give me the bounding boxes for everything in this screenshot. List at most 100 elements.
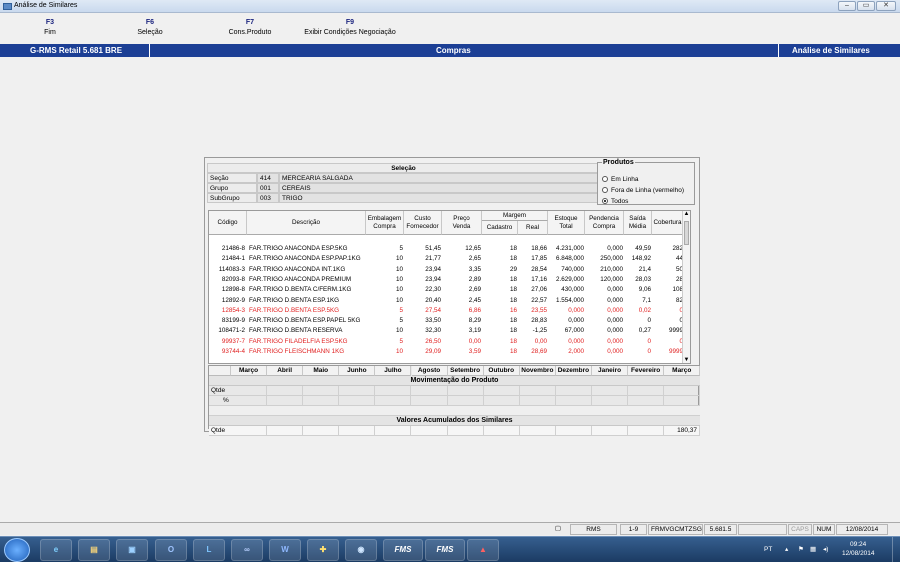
close-button[interactable]: ✕ — [876, 1, 896, 11]
cell-descricao: FAR.TRIGO D.BENTA ESP.PAPEL 5KG — [249, 317, 361, 325]
clock-date[interactable]: 12/08/2014 — [842, 550, 875, 557]
show-desktop-button[interactable] — [892, 537, 900, 562]
tray-expand-icon[interactable]: ▴ — [785, 545, 788, 553]
cell-embalagem: 5 — [399, 317, 403, 325]
cell-embalagem: 10 — [395, 286, 403, 294]
language-indicator[interactable]: PT — [764, 546, 772, 553]
cell-descricao: FAR.TRIGO D.BENTA C/FERM.1KG — [249, 286, 352, 294]
col-saida[interactable]: Saída Média — [624, 211, 652, 235]
scroll-thumb[interactable] — [684, 221, 689, 245]
produtos-grid[interactable]: Código Descrição Embalagem Compra Custo Fo… — [208, 210, 691, 364]
clock-time[interactable]: 09:24 — [850, 541, 866, 548]
cell-real: 28,83 — [531, 317, 547, 325]
col-cobertura[interactable]: Cobertura — [652, 211, 684, 235]
cell-saida: 0 — [647, 337, 651, 345]
word-icon[interactable]: W — [269, 539, 301, 561]
radio-em-linha[interactable]: Em Linha — [602, 176, 638, 184]
col-estoque[interactable]: Estoque Total — [548, 211, 585, 235]
start-button[interactable] — [4, 538, 30, 562]
col-custo[interactable]: Custo Fornecedor — [404, 211, 442, 235]
fms-window-2[interactable]: FMS — [425, 539, 465, 561]
cell-pendencia: 250,000 — [600, 255, 623, 263]
fkey-f7-cons-produto[interactable]: F7 Cons.Produto — [210, 18, 290, 38]
produtos-radio-group: Produtos Em Linha Fora de Linha (vermelh… — [597, 159, 695, 205]
fkey-f3-fim[interactable]: F3 Fim — [10, 18, 90, 38]
produtos-title: Produtos — [603, 159, 634, 166]
table-row[interactable]: 114083-3 FAR.TRIGO ANACONDA INT.1KG 10 23,9… — [209, 265, 690, 275]
radio-fora-de-linha[interactable]: Fora de Linha (vermelho) — [602, 187, 684, 195]
cell-estoque: 67,000 — [564, 327, 584, 335]
grid-vertical-scrollbar[interactable]: ▲ ▼ — [682, 211, 690, 363]
cell-cobertura: 0 — [652, 306, 683, 316]
radio-todos[interactable]: Todos — [602, 198, 628, 206]
cell-embalagem: 5 — [399, 337, 403, 345]
cell-descricao: FAR.TRIGO D.BENTA ESP.1KG — [249, 296, 340, 304]
fkey-f9-exibir-condicoes[interactable]: F9 Exibir Condições Negociação — [300, 18, 400, 38]
month-cell — [231, 426, 268, 436]
month-header: Fevereiro — [628, 366, 665, 376]
table-row[interactable]: 93744-4 FAR.TRIGO FLEISCHMANN 1KG 10 29,09 3… — [209, 347, 690, 357]
cell-codigo: 82093-8 — [221, 275, 245, 283]
outlook-icon[interactable]: O — [155, 539, 187, 561]
col-embalagem[interactable]: Embalagem Compra — [366, 211, 404, 235]
plus-app-icon[interactable]: ✚ — [307, 539, 339, 561]
col-margem[interactable]: Margem — [482, 211, 548, 221]
cell-pendencia: 0,000 — [607, 327, 623, 335]
lync-icon[interactable]: L — [193, 539, 225, 561]
col-descricao[interactable]: Descrição — [247, 211, 366, 235]
table-row[interactable]: 83199-9 FAR.TRIGO D.BENTA ESP.PAPEL 5KG 5 3… — [209, 316, 690, 326]
month-cell — [339, 426, 376, 436]
cell-pendencia: 0,000 — [607, 245, 623, 252]
table-row[interactable]: 21486-8 FAR.TRIGO ANACONDA ESP.5KG 5 51,45 1… — [209, 244, 690, 254]
cell-preco: 2,65 — [468, 255, 481, 263]
table-row[interactable]: 99937-7 FAR.TRIGO FILADELFIA ESP.5KG 5 26,5… — [209, 337, 690, 347]
col-preco[interactable]: Preço Venda — [442, 211, 482, 235]
network-icon[interactable]: ∞ — [231, 539, 263, 561]
cell-real: 17,16 — [531, 275, 547, 283]
table-row[interactable]: 82093-8 FAR.TRIGO ANACONDA PREMIUM 10 23,94… — [209, 275, 690, 285]
table-row[interactable]: 21484-1 FAR.TRIGO ANACONDA ESP.PAP.1KG 10 2… — [209, 254, 690, 264]
cell-cadastro: 18 — [509, 296, 517, 304]
minimize-button[interactable]: – — [838, 1, 856, 11]
cell-saida: 9,06 — [638, 286, 651, 294]
cell-preco: 2,69 — [468, 286, 481, 294]
fkey-f6-selecao[interactable]: F6 Seleção — [110, 18, 190, 38]
print-icon[interactable]: ▢ — [550, 524, 566, 535]
col-pendencia[interactable]: Pendencia Compra — [585, 211, 624, 235]
status-blank — [738, 524, 787, 535]
network-tray-icon[interactable]: ▦ — [810, 545, 816, 553]
table-row[interactable]: 108471-2 FAR.TRIGO D.BENTA RESERVA 10 32,30… — [209, 326, 690, 336]
ie-icon[interactable]: e — [40, 539, 72, 561]
col-codigo[interactable]: Código — [209, 211, 247, 235]
col-margem-real[interactable]: Real — [518, 221, 548, 235]
cell-real: -1,25 — [532, 327, 547, 335]
selecao-code-grupo: 001 — [257, 183, 279, 193]
globe-app-icon[interactable]: ◉ — [345, 539, 377, 561]
cell-estoque: 0,000 — [568, 317, 584, 325]
cell-estoque: 6.848,000 — [555, 255, 584, 263]
fms-window-1[interactable]: FMS — [383, 539, 423, 561]
pdf-reader-icon[interactable]: ▲ — [467, 539, 499, 561]
flag-icon[interactable]: ⚑ — [798, 545, 804, 553]
cell-cadastro: 18 — [509, 348, 517, 355]
col-margem-cadastro[interactable]: Cadastro — [482, 221, 518, 235]
table-row[interactable]: 12898-8 FAR.TRIGO D.BENTA C/FERM.1KG 10 22,… — [209, 285, 690, 295]
cell-preco: 0,00 — [468, 337, 481, 345]
maximize-button[interactable]: ▭ — [857, 1, 875, 11]
month-cell — [448, 426, 484, 436]
explorer-folder-icon[interactable]: ▤ — [78, 539, 110, 561]
volume-icon[interactable]: ◂) — [823, 545, 828, 553]
cell-cadastro: 18 — [509, 275, 517, 283]
table-row[interactable]: 12854-3 FAR.TRIGO D.BENTA ESP.5KG 5 27,54 6,… — [209, 306, 690, 316]
cell-estoque: 0,000 — [568, 306, 584, 314]
month-header: Agosto — [411, 366, 448, 376]
cell-custo: 33,50 — [425, 317, 441, 325]
table-row[interactable]: 12892-9 FAR.TRIGO D.BENTA ESP.1KG 10 20,40 2… — [209, 296, 690, 306]
cell-codigo: 83199-9 — [221, 317, 245, 325]
scroll-down-icon[interactable]: ▼ — [683, 357, 690, 363]
scroll-up-icon[interactable]: ▲ — [683, 211, 690, 219]
cell-codigo: 99937-7 — [221, 337, 245, 345]
cell-real: 18,66 — [531, 245, 547, 252]
cell-descricao: FAR.TRIGO FILADELFIA ESP.5KG — [249, 337, 348, 345]
app-window-icon[interactable]: ▣ — [116, 539, 148, 561]
